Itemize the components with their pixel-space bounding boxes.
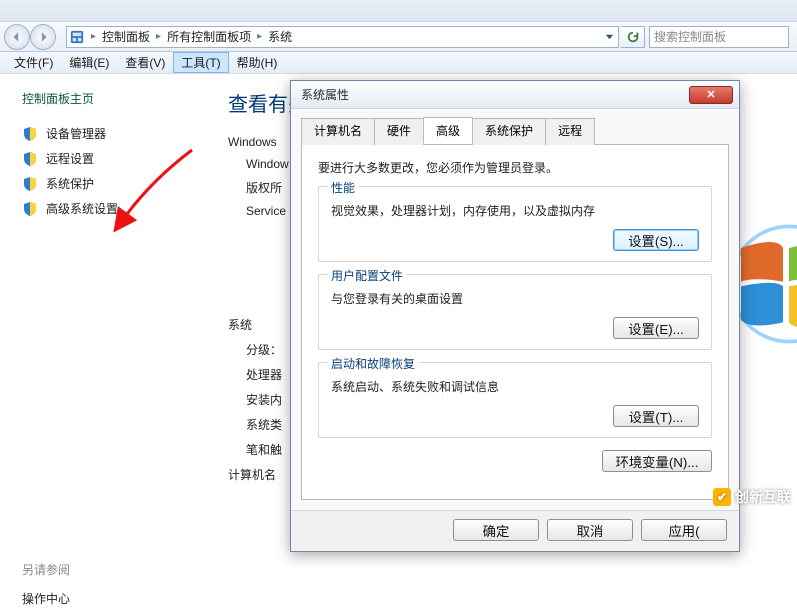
refresh-button[interactable] bbox=[621, 26, 645, 48]
tab-hardware[interactable]: 硬件 bbox=[374, 118, 424, 145]
group-user-profile: 用户配置文件 与您登录有关的桌面设置 设置(E)... bbox=[318, 274, 712, 350]
refresh-icon bbox=[626, 30, 640, 44]
sidebar-item-label: 系统保护 bbox=[46, 175, 94, 192]
menu-view[interactable]: 查看(V) bbox=[117, 52, 173, 73]
group-startup-recovery: 启动和故障恢复 系统启动、系统失败和调试信息 设置(T)... bbox=[318, 362, 712, 438]
nav-back-button[interactable] bbox=[4, 24, 30, 50]
window-titlebar bbox=[0, 0, 797, 22]
breadcrumb-seg-1[interactable]: 控制面板 bbox=[98, 28, 154, 45]
environment-variables-button[interactable]: 环境变量(N)... bbox=[602, 450, 712, 472]
sidebar-item-advanced-settings[interactable]: 高级系统设置 bbox=[14, 196, 210, 221]
sidebar-home-link[interactable]: 控制面板主页 bbox=[22, 90, 210, 107]
chevron-right-icon: ▸ bbox=[89, 31, 98, 42]
tab-advanced[interactable]: 高级 bbox=[423, 117, 473, 144]
group-title: 用户配置文件 bbox=[327, 267, 407, 284]
sidebar: 控制面板主页 设备管理器 远程设置 系统保护 高级系统设置 另 bbox=[0, 74, 210, 513]
perf-settings-button[interactable]: 设置(S)... bbox=[613, 229, 699, 251]
group-desc: 视觉效果，处理器计划，内存使用，以及虚拟内存 bbox=[331, 202, 699, 219]
sidebar-item-label: 设备管理器 bbox=[46, 125, 106, 142]
apply-button[interactable]: 应用( bbox=[641, 519, 727, 541]
system-properties-dialog: 系统属性 ✕ 计算机名 硬件 高级 系统保护 远程 要进行大多数更改，您必须作为… bbox=[290, 80, 740, 552]
nav-forward-button[interactable] bbox=[30, 24, 56, 50]
group-desc: 与您登录有关的桌面设置 bbox=[331, 290, 699, 307]
chevron-right-icon: ▸ bbox=[154, 31, 163, 42]
arrow-right-icon bbox=[37, 31, 49, 43]
sidebar-item-label: 高级系统设置 bbox=[46, 200, 118, 217]
address-bar: ▸ 控制面板 ▸ 所有控制面板项 ▸ 系统 搜索控制面板 bbox=[0, 22, 797, 52]
menu-help[interactable]: 帮助(H) bbox=[229, 52, 286, 73]
shield-icon bbox=[22, 201, 38, 217]
tab-remote[interactable]: 远程 bbox=[545, 118, 595, 145]
dialog-title: 系统属性 bbox=[301, 86, 349, 103]
search-input[interactable]: 搜索控制面板 bbox=[649, 26, 789, 48]
watermark-logo-icon: ✔ bbox=[713, 488, 731, 506]
sidebar-item-label: 远程设置 bbox=[46, 150, 94, 167]
sidebar-item-remote-settings[interactable]: 远程设置 bbox=[14, 146, 210, 171]
menu-file[interactable]: 文件(F) bbox=[6, 52, 61, 73]
watermark: ✔ 创新互联 bbox=[713, 487, 791, 507]
group-title: 性能 bbox=[327, 179, 359, 196]
arrow-left-icon bbox=[11, 31, 23, 43]
see-also-label: 操作中心 bbox=[22, 590, 70, 607]
group-performance: 性能 视觉效果，处理器计划，内存使用，以及虚拟内存 设置(S)... bbox=[318, 186, 712, 262]
tab-page-advanced: 要进行大多数更改，您必须作为管理员登录。 性能 视觉效果，处理器计划，内存使用，… bbox=[301, 145, 729, 500]
tab-system-protection[interactable]: 系统保护 bbox=[472, 118, 546, 145]
admin-note: 要进行大多数更改，您必须作为管理员登录。 bbox=[318, 159, 712, 176]
group-desc: 系统启动、系统失败和调试信息 bbox=[331, 378, 699, 395]
dialog-titlebar[interactable]: 系统属性 ✕ bbox=[291, 81, 739, 109]
dialog-footer: 确定 取消 应用( bbox=[291, 510, 739, 551]
sidebar-item-system-protection[interactable]: 系统保护 bbox=[14, 171, 210, 196]
menu-bar: 文件(F) 编辑(E) 查看(V) 工具(T) 帮助(H) bbox=[0, 52, 797, 74]
shield-icon bbox=[22, 176, 38, 192]
group-title: 启动和故障恢复 bbox=[327, 355, 419, 372]
ok-button[interactable]: 确定 bbox=[453, 519, 539, 541]
dialog-tabs: 计算机名 硬件 高级 系统保护 远程 bbox=[301, 117, 729, 145]
menu-tools[interactable]: 工具(T) bbox=[173, 52, 228, 73]
watermark-text: 创新互联 bbox=[735, 487, 791, 507]
search-placeholder: 搜索控制面板 bbox=[654, 28, 726, 45]
breadcrumb-seg-3[interactable]: 系统 bbox=[264, 28, 296, 45]
shield-icon bbox=[22, 126, 38, 142]
menu-edit[interactable]: 编辑(E) bbox=[61, 52, 117, 73]
tab-computer-name[interactable]: 计算机名 bbox=[301, 118, 375, 145]
see-also-action-center[interactable]: 操作中心 bbox=[22, 586, 202, 611]
chevron-right-icon: ▸ bbox=[255, 31, 264, 42]
breadcrumb-seg-2[interactable]: 所有控制面板项 bbox=[163, 28, 255, 45]
shield-icon bbox=[22, 151, 38, 167]
dialog-close-button[interactable]: ✕ bbox=[689, 86, 733, 104]
see-also: 另请参阅 操作中心 bbox=[14, 561, 210, 611]
address-field[interactable]: ▸ 控制面板 ▸ 所有控制面板项 ▸ 系统 bbox=[66, 26, 619, 48]
see-also-header: 另请参阅 bbox=[22, 561, 202, 578]
cancel-button[interactable]: 取消 bbox=[547, 519, 633, 541]
sidebar-item-device-manager[interactable]: 设备管理器 bbox=[14, 121, 210, 146]
address-dropdown-icon[interactable] bbox=[600, 32, 618, 41]
control-panel-icon bbox=[69, 29, 85, 45]
close-icon: ✕ bbox=[706, 88, 715, 101]
startup-settings-button[interactable]: 设置(T)... bbox=[613, 405, 699, 427]
profile-settings-button[interactable]: 设置(E)... bbox=[613, 317, 699, 339]
